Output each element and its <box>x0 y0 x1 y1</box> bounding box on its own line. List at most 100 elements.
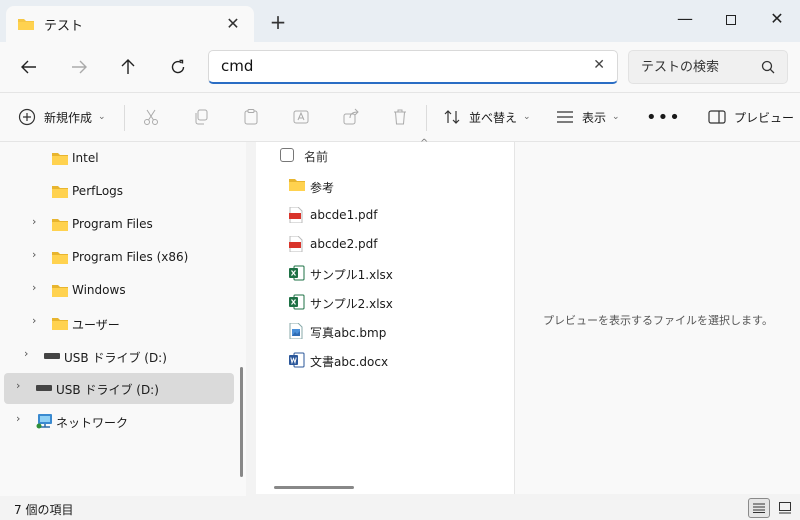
refresh-button[interactable] <box>164 54 192 80</box>
paste-button[interactable] <box>240 93 262 141</box>
nav-item-usb-drive[interactable]: › USB ドライブ (D:) <box>4 341 234 372</box>
list-item[interactable]: サンプル2.xlsx <box>256 288 514 317</box>
folder-icon <box>52 285 68 297</box>
maximize-button[interactable] <box>708 4 754 36</box>
close-button[interactable]: ✕ <box>754 4 800 36</box>
usb-drive-icon <box>44 353 60 359</box>
title-bar: テスト ✕ + — ✕ <box>0 0 800 42</box>
folder-icon <box>52 252 68 264</box>
folder-icon <box>52 219 68 231</box>
search-icon[interactable] <box>761 60 775 74</box>
trash-icon <box>394 109 406 125</box>
word-icon <box>289 352 305 368</box>
rename-icon <box>293 110 309 124</box>
nav-item-intel[interactable]: Intel <box>4 143 234 174</box>
address-bar: ✕ <box>0 42 800 92</box>
file-name: サンプル1.xlsx <box>310 268 393 282</box>
file-name: サンプル2.xlsx <box>310 297 393 311</box>
sort-icon <box>444 110 460 124</box>
chevron-right-icon[interactable]: › <box>32 215 36 228</box>
copy-button[interactable] <box>190 93 212 141</box>
search-box[interactable] <box>628 50 788 84</box>
scissors-icon <box>144 109 158 125</box>
usb-drive-icon <box>36 385 52 391</box>
preview-pane-button[interactable]: プレビュー <box>708 93 794 141</box>
chevron-down-icon: ⌄ <box>612 112 620 122</box>
pdf-icon <box>289 207 303 223</box>
list-item[interactable]: abcde1.pdf <box>256 201 514 230</box>
clipboard-icon <box>244 109 258 125</box>
nav-item-label: Intel <box>72 151 99 165</box>
chevron-right-icon[interactable]: › <box>16 412 20 425</box>
horizontal-scrollbar[interactable] <box>274 486 354 489</box>
minimize-button[interactable]: — <box>662 4 708 36</box>
divider <box>426 105 427 131</box>
address-field[interactable]: ✕ <box>208 50 618 84</box>
cut-button[interactable] <box>140 93 162 141</box>
nav-item-label: ユーザー <box>72 318 120 332</box>
sort-caret-icon: ^ <box>420 138 429 149</box>
status-bar: 7 個の項目 <box>0 496 800 520</box>
rename-button[interactable] <box>290 93 312 141</box>
view-button[interactable]: 表示 ⌄ <box>556 93 620 141</box>
chevron-right-icon[interactable]: › <box>32 314 36 327</box>
nav-scrollbar[interactable] <box>240 367 243 477</box>
up-button[interactable] <box>114 54 142 80</box>
share-icon <box>343 108 359 125</box>
refresh-icon <box>171 59 185 74</box>
list-item[interactable]: 参考 <box>256 172 514 201</box>
large-icons-view-button[interactable] <box>774 498 796 518</box>
clear-icon[interactable]: ✕ <box>593 57 605 73</box>
details-view-button[interactable] <box>748 498 770 518</box>
sort-label: 並べ替え <box>469 110 518 125</box>
nav-item-program-files[interactable]: › Program Files <box>4 209 234 240</box>
chevron-right-icon[interactable]: › <box>32 248 36 261</box>
select-all-checkbox[interactable] <box>280 148 294 162</box>
more-options-button[interactable]: ••• <box>646 93 681 141</box>
share-button[interactable] <box>340 93 362 141</box>
nav-item-usb-drive-selected[interactable]: › USB ドライブ (D:) <box>4 373 234 404</box>
file-name: 写真abc.bmp <box>310 326 387 340</box>
plus-circle-icon <box>18 108 36 126</box>
divider <box>124 105 125 131</box>
preview-pane: プレビューを表示するファイルを選択します。 <box>514 142 800 494</box>
nav-item-program-files-x86[interactable]: › Program Files (x86) <box>4 242 234 273</box>
list-item[interactable]: サンプル1.xlsx <box>256 259 514 288</box>
tab-title: テスト <box>44 18 84 34</box>
nav-item-label: ネットワーク <box>56 416 129 430</box>
chevron-right-icon[interactable]: › <box>16 379 20 392</box>
command-bar: 新規作成 ⌄ 並べ替え ⌄ 表示 ⌄ ••• プレビュー <box>0 92 800 142</box>
excel-icon <box>289 294 305 310</box>
list-item[interactable]: abcde2.pdf <box>256 230 514 259</box>
arrow-right-icon <box>72 60 87 74</box>
sort-button[interactable]: 並べ替え ⌄ <box>443 93 531 141</box>
tab-close-icon[interactable]: ✕ <box>224 15 242 33</box>
nav-item-windows[interactable]: › Windows <box>4 275 234 306</box>
file-name: 参考 <box>310 181 335 195</box>
column-header-name[interactable]: 名前 <box>304 148 328 165</box>
address-input[interactable] <box>209 51 569 81</box>
nav-item-network[interactable]: › ネットワーク <box>4 406 234 437</box>
tab-test[interactable]: テスト ✕ <box>6 6 254 42</box>
back-button[interactable] <box>15 54 43 80</box>
new-label: 新規作成 <box>44 110 93 125</box>
details-view-icon <box>753 503 765 513</box>
new-button[interactable]: 新規作成 ⌄ <box>18 93 106 141</box>
copy-icon <box>195 109 208 125</box>
chevron-right-icon[interactable]: › <box>24 347 28 360</box>
nav-item-label: USB ドライブ (D:) <box>64 351 167 365</box>
chevron-right-icon[interactable]: › <box>32 281 36 294</box>
delete-button[interactable] <box>389 93 411 141</box>
list-item[interactable]: 写真abc.bmp <box>256 317 514 346</box>
tiles-view-icon <box>779 502 791 514</box>
nav-item-users[interactable]: › ユーザー <box>4 308 234 339</box>
new-tab-button[interactable]: + <box>268 12 288 33</box>
file-list: 名前 ^ 参考 abcde1.pdf abcde2.pdf サンプル1.xlsx… <box>256 138 514 494</box>
search-input[interactable] <box>629 51 749 83</box>
nav-item-perflogs[interactable]: PerfLogs <box>4 176 234 207</box>
forward-button[interactable] <box>65 54 93 80</box>
file-name: abcde2.pdf <box>310 237 378 251</box>
list-view-icon <box>557 111 573 123</box>
maximize-icon <box>726 14 736 25</box>
list-item[interactable]: 文書abc.docx <box>256 346 514 375</box>
